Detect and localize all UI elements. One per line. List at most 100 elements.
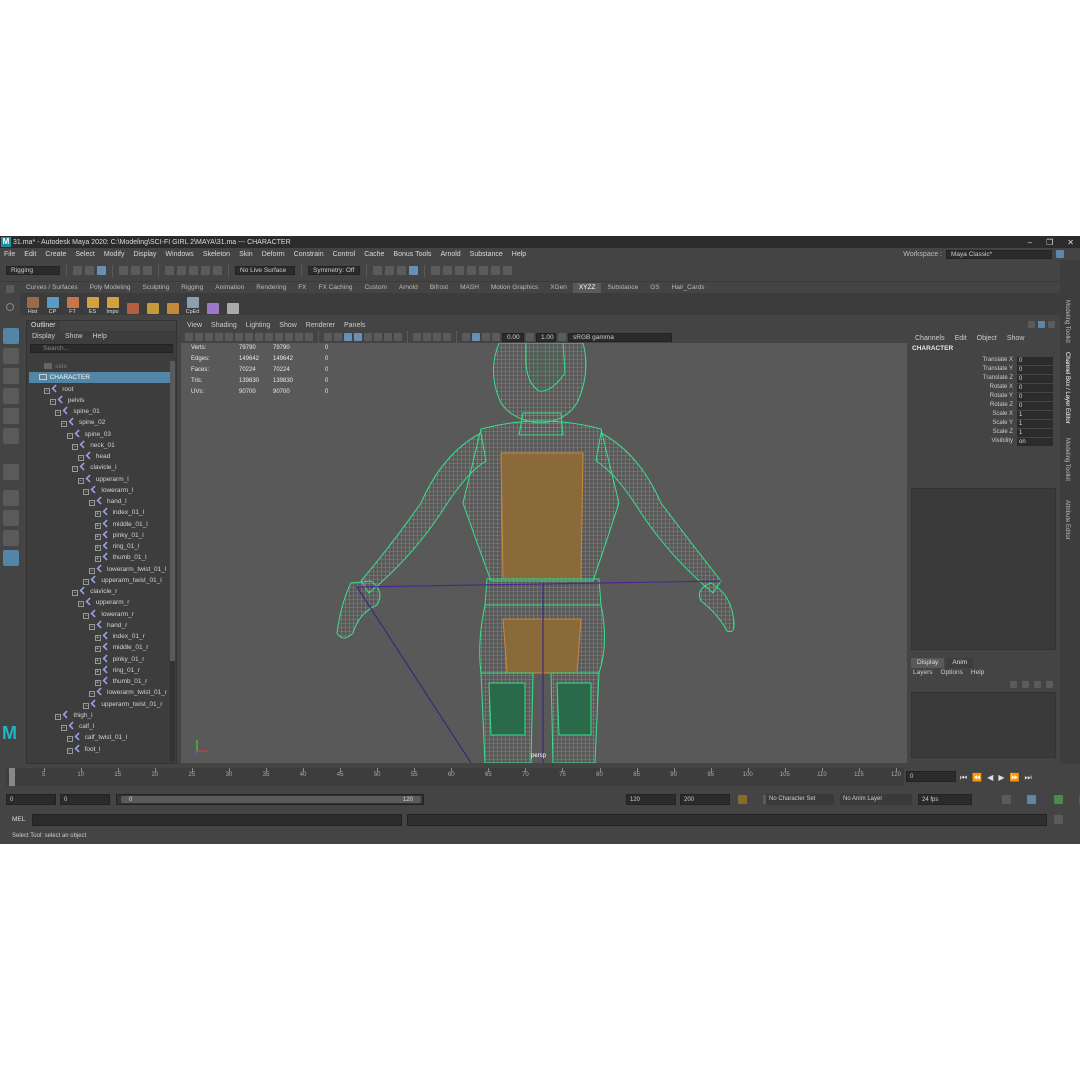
- attr-value[interactable]: 0: [1017, 375, 1053, 383]
- gamma-icon[interactable]: [526, 333, 534, 341]
- outliner-row-ring-01-r[interactable]: + ring_01_r: [29, 665, 172, 676]
- outliner-scrollbar[interactable]: [170, 361, 175, 761]
- wireframe-icon[interactable]: [324, 333, 332, 341]
- safe-title-icon[interactable]: [305, 333, 313, 341]
- expand-toggle-icon[interactable]: +: [94, 635, 101, 641]
- attr-row-translate-y[interactable]: Translate Y 0: [907, 366, 1059, 375]
- select-component-icon[interactable]: [143, 266, 152, 275]
- layer-tab-display[interactable]: Display: [911, 658, 945, 668]
- arnold-ipr-icon[interactable]: [455, 266, 464, 275]
- collapse-toggle-icon[interactable]: −: [83, 488, 90, 495]
- menu-bonus-tools[interactable]: Bonus Tools: [393, 251, 431, 258]
- channel-menu-object[interactable]: Object: [977, 335, 997, 342]
- collapse-toggle-icon[interactable]: −: [89, 691, 95, 698]
- outliner-row-spine-03[interactable]: − spine_03: [29, 429, 172, 440]
- range-slider-bar[interactable]: 0 120: [116, 794, 424, 805]
- symmetry-dropdown[interactable]: Symmetry: Off: [308, 266, 360, 275]
- start-time-field[interactable]: 0: [6, 794, 56, 805]
- snap-curve-icon[interactable]: [177, 266, 186, 275]
- anti-aliasing-icon[interactable]: [423, 333, 431, 341]
- loop-icon[interactable]: [1001, 795, 1011, 804]
- xray-components-icon[interactable]: [482, 333, 490, 341]
- attr-value[interactable]: 0: [1017, 366, 1053, 374]
- attr-value[interactable]: 0: [1017, 384, 1053, 392]
- menu-cache[interactable]: Cache: [364, 251, 384, 258]
- viewport-menu-lighting[interactable]: Lighting: [246, 322, 271, 329]
- default-material-icon[interactable]: [344, 333, 352, 341]
- bookmarks-icon[interactable]: [205, 333, 213, 341]
- outliner-tab[interactable]: Outliner: [27, 321, 60, 331]
- single-perspective-layout-icon[interactable]: [3, 464, 19, 480]
- outliner-row-upperarm-l[interactable]: − upperarm_l: [29, 474, 172, 485]
- expand-toggle-icon[interactable]: +: [94, 522, 101, 529]
- viewport-persp[interactable]: Verts: 79790 79790 0 Edges: 149642 149642 0 Face…: [181, 343, 907, 763]
- persp-graph-layout-icon[interactable]: [3, 530, 19, 546]
- outliner-menu-display[interactable]: Display: [32, 333, 55, 340]
- layer-tab-anim[interactable]: Anim: [946, 658, 974, 668]
- shelf-tab-motion-graphics[interactable]: Motion Graphics: [485, 283, 544, 293]
- character-set-dropdown[interactable]: No Character Set: [766, 794, 834, 805]
- field-chart-icon[interactable]: [285, 333, 293, 341]
- menu-control[interactable]: Control: [333, 251, 356, 258]
- image-plane-icon[interactable]: [215, 333, 223, 341]
- collapse-toggle-icon[interactable]: −: [55, 410, 62, 416]
- new-layer-selected-icon[interactable]: [1046, 681, 1053, 688]
- safe-action-icon[interactable]: [295, 333, 303, 341]
- film-gate-icon[interactable]: [255, 333, 263, 341]
- mel-input[interactable]: [32, 814, 402, 826]
- xray-icon[interactable]: [462, 333, 470, 341]
- viewport-menu-shading[interactable]: Shading: [211, 322, 237, 329]
- outliner-row-spine-01[interactable]: − spine_01: [29, 406, 172, 417]
- attr-row-visibility[interactable]: Visibility on: [907, 438, 1059, 447]
- menu-skeleton[interactable]: Skeleton: [203, 251, 230, 258]
- select-hierarchy-icon[interactable]: [119, 266, 128, 275]
- isolate-select-icon[interactable]: [443, 333, 451, 341]
- render-view-icon[interactable]: [373, 266, 382, 275]
- fps-dropdown[interactable]: 24 fps: [918, 794, 972, 805]
- attr-row-translate-z[interactable]: Translate Z 0: [907, 375, 1059, 384]
- select-tool-icon[interactable]: [3, 328, 19, 344]
- collapse-toggle-icon[interactable]: −: [83, 578, 90, 585]
- select-camera-icon[interactable]: [185, 333, 193, 341]
- outliner-row-hand-l[interactable]: − hand_l: [29, 496, 172, 507]
- expand-toggle-icon[interactable]: +: [94, 646, 101, 653]
- playback-start-field[interactable]: 0: [60, 794, 110, 805]
- attr-row-translate-x[interactable]: Translate X 0: [907, 357, 1059, 366]
- outliner-row-thumb-01-l[interactable]: + thumb_01_l: [29, 552, 172, 563]
- collapse-toggle-icon[interactable]: −: [77, 601, 84, 608]
- shelf-button-tool-10[interactable]: [224, 295, 241, 315]
- live-surface-field[interactable]: No Live Surface: [235, 266, 295, 275]
- outliner-row-clavicle-l[interactable]: − clavicle_l: [29, 462, 172, 473]
- outliner-menu-show[interactable]: Show: [65, 333, 83, 340]
- outliner-row-lowerarm-l[interactable]: − lowerarm_l: [29, 485, 172, 496]
- modeling-toolkit-tab-2[interactable]: Modeling Toolkit: [1064, 438, 1070, 481]
- ipr-render-icon[interactable]: [397, 266, 406, 275]
- attr-value[interactable]: 1: [1017, 429, 1053, 437]
- shelf-tab-curves-surfaces[interactable]: Curves / Surfaces: [20, 283, 84, 293]
- menu-deform[interactable]: Deform: [262, 251, 285, 258]
- shelf-tab-xgen[interactable]: XGen: [544, 283, 573, 293]
- outliner-row-thigh-l[interactable]: − thigh_l: [29, 710, 172, 721]
- outliner-row-middle-01-r[interactable]: + middle_01_r: [29, 642, 172, 653]
- expand-toggle-icon[interactable]: +: [94, 511, 101, 518]
- outliner-row-index-01-l[interactable]: + index_01_l: [29, 507, 172, 518]
- arnold-render-icon[interactable]: [443, 266, 452, 275]
- outliner-row-neck-01[interactable]: − neck_01: [29, 440, 172, 451]
- layer-menu-options[interactable]: Options: [941, 669, 963, 676]
- outliner-row-root[interactable]: − root: [29, 384, 172, 395]
- outliner-menu-help[interactable]: Help: [92, 333, 106, 340]
- outliner-row-upperarm-r[interactable]: − upperarm_r: [29, 597, 172, 608]
- viewport-menu-view[interactable]: View: [187, 322, 202, 329]
- shelf-tab-animation[interactable]: Animation: [209, 283, 250, 293]
- shelf-button-es[interactable]: ES: [84, 295, 101, 315]
- attr-value[interactable]: 1: [1017, 411, 1053, 419]
- rotate-tool-icon[interactable]: [3, 408, 19, 424]
- go-to-end-button[interactable]: ⏭: [1024, 773, 1031, 783]
- layer-menu-layers[interactable]: Layers: [913, 669, 933, 676]
- shelf-tab-custom[interactable]: Custom: [358, 283, 392, 293]
- expand-toggle-icon[interactable]: +: [94, 545, 101, 551]
- 2d-pan-zoom-icon[interactable]: [225, 333, 233, 341]
- outliner-row-middle-01-l[interactable]: + middle_01_l: [29, 519, 172, 530]
- shelf-tab-xyzz[interactable]: XYZZ: [572, 283, 602, 293]
- collapse-toggle-icon[interactable]: −: [66, 747, 73, 754]
